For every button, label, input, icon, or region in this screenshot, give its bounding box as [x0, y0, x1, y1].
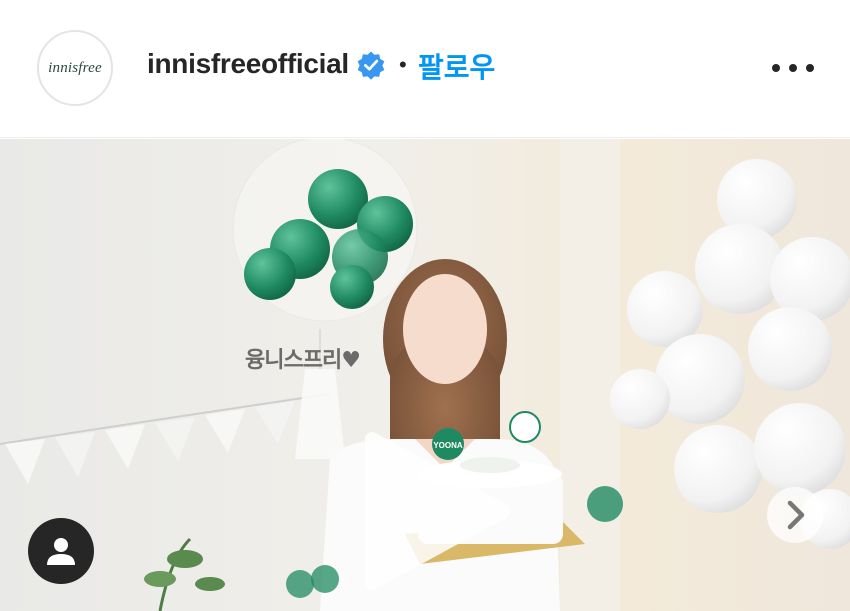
more-options-icon[interactable] — [772, 58, 814, 78]
more-dot — [789, 64, 797, 72]
post-media[interactable]: YOONA 융니스프리♥ — [0, 139, 850, 611]
follow-button[interactable]: 팔로우 — [418, 46, 495, 86]
verified-badge-icon — [357, 51, 385, 80]
avatar-logo-text: innisfree — [48, 59, 102, 76]
username-link[interactable]: innisfreeofficial — [147, 48, 349, 80]
person-icon — [47, 538, 75, 565]
user-tag-button[interactable] — [28, 518, 94, 584]
balloon-text: 융니스프리♥ — [245, 348, 361, 373]
more-dot — [806, 64, 814, 72]
post-header: innisfree innisfreeofficial • 팔로우 — [0, 0, 850, 138]
more-dot — [772, 64, 780, 72]
chevron-right-icon[interactable] — [767, 487, 823, 543]
profile-avatar[interactable]: innisfree — [37, 30, 113, 106]
play-icon[interactable] — [352, 431, 512, 591]
separator-dot: • — [399, 52, 407, 77]
